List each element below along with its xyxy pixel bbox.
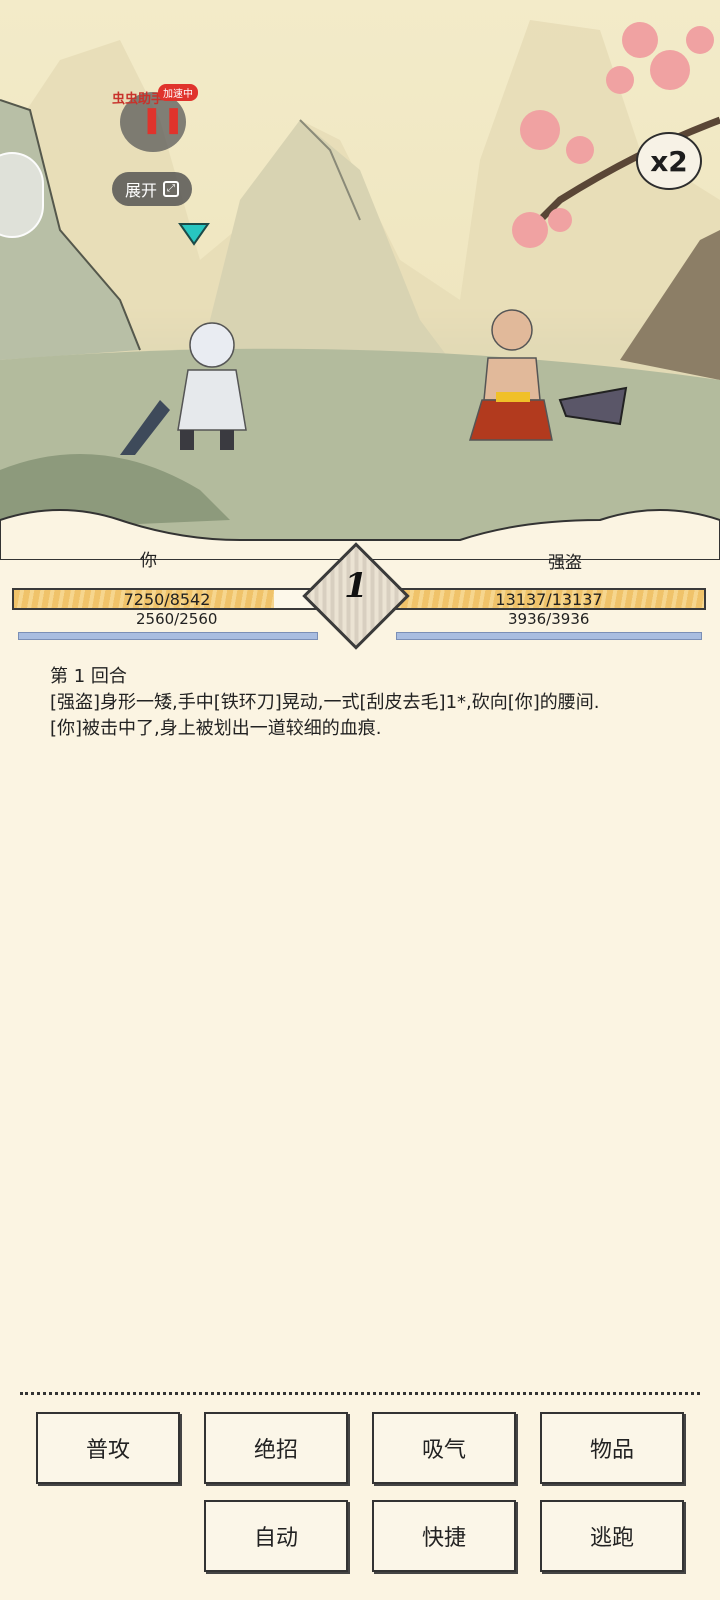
player-hp-text: 7250/8542	[123, 590, 211, 609]
log-line: [你]被击中了,身上被划出一道较细的血痕.	[50, 718, 382, 739]
attack-button[interactable]: 普攻	[36, 1412, 180, 1484]
expand-icon: ⤢	[163, 181, 179, 197]
breathe-button[interactable]: 吸气	[372, 1412, 516, 1484]
enemy-name: 强盗	[548, 553, 582, 573]
expand-label: 展开	[124, 181, 157, 200]
divider	[20, 1392, 700, 1395]
pause-icon: ❚❚	[141, 105, 185, 135]
player-mp-bar	[18, 632, 318, 640]
assist-status-badge: 加速中	[158, 84, 198, 101]
log-line: 第 1 回合	[50, 666, 127, 687]
player-hp-bar: 7250/8542	[12, 588, 322, 610]
battle-log: 第 1 回合 [强盗]身形一矮,手中[铁环刀]晃动,一式[刮皮去毛]1*,砍向[…	[50, 664, 670, 742]
enemy-hp-bar: 13137/13137	[392, 588, 706, 610]
enemy-mp-text: 3936/3936	[508, 610, 590, 628]
player-name: 你	[140, 551, 157, 571]
round-number: 1	[344, 566, 368, 606]
side-widget[interactable]	[0, 152, 44, 238]
quick-button[interactable]: 快捷	[372, 1500, 516, 1572]
enemy-mp-bar	[396, 632, 702, 640]
log-line: [强盗]身形一矮,手中[铁环刀]晃动,一式[刮皮去毛]1*,砍向[你]的腰间.	[50, 692, 600, 713]
flee-button[interactable]: 逃跑	[540, 1500, 684, 1572]
enemy-hp-text: 13137/13137	[495, 590, 603, 609]
speed-toggle-button[interactable]: x2	[636, 132, 702, 190]
expand-button[interactable]: 展开 ⤢	[112, 172, 192, 206]
auto-button[interactable]: 自动	[204, 1500, 348, 1572]
landscape-illustration	[0, 20, 720, 560]
player-mp-text: 2560/2560	[136, 610, 218, 628]
battle-scene: 虫虫助手 加速中 ❚❚ 展开 ⤢ x2	[0, 0, 720, 560]
ultimate-button[interactable]: 绝招	[204, 1412, 348, 1484]
items-button[interactable]: 物品	[540, 1412, 684, 1484]
battle-screen: 虫虫助手 加速中 ❚❚ 展开 ⤢ x2 你 强盗 7250/8542 2560/…	[0, 0, 720, 1600]
